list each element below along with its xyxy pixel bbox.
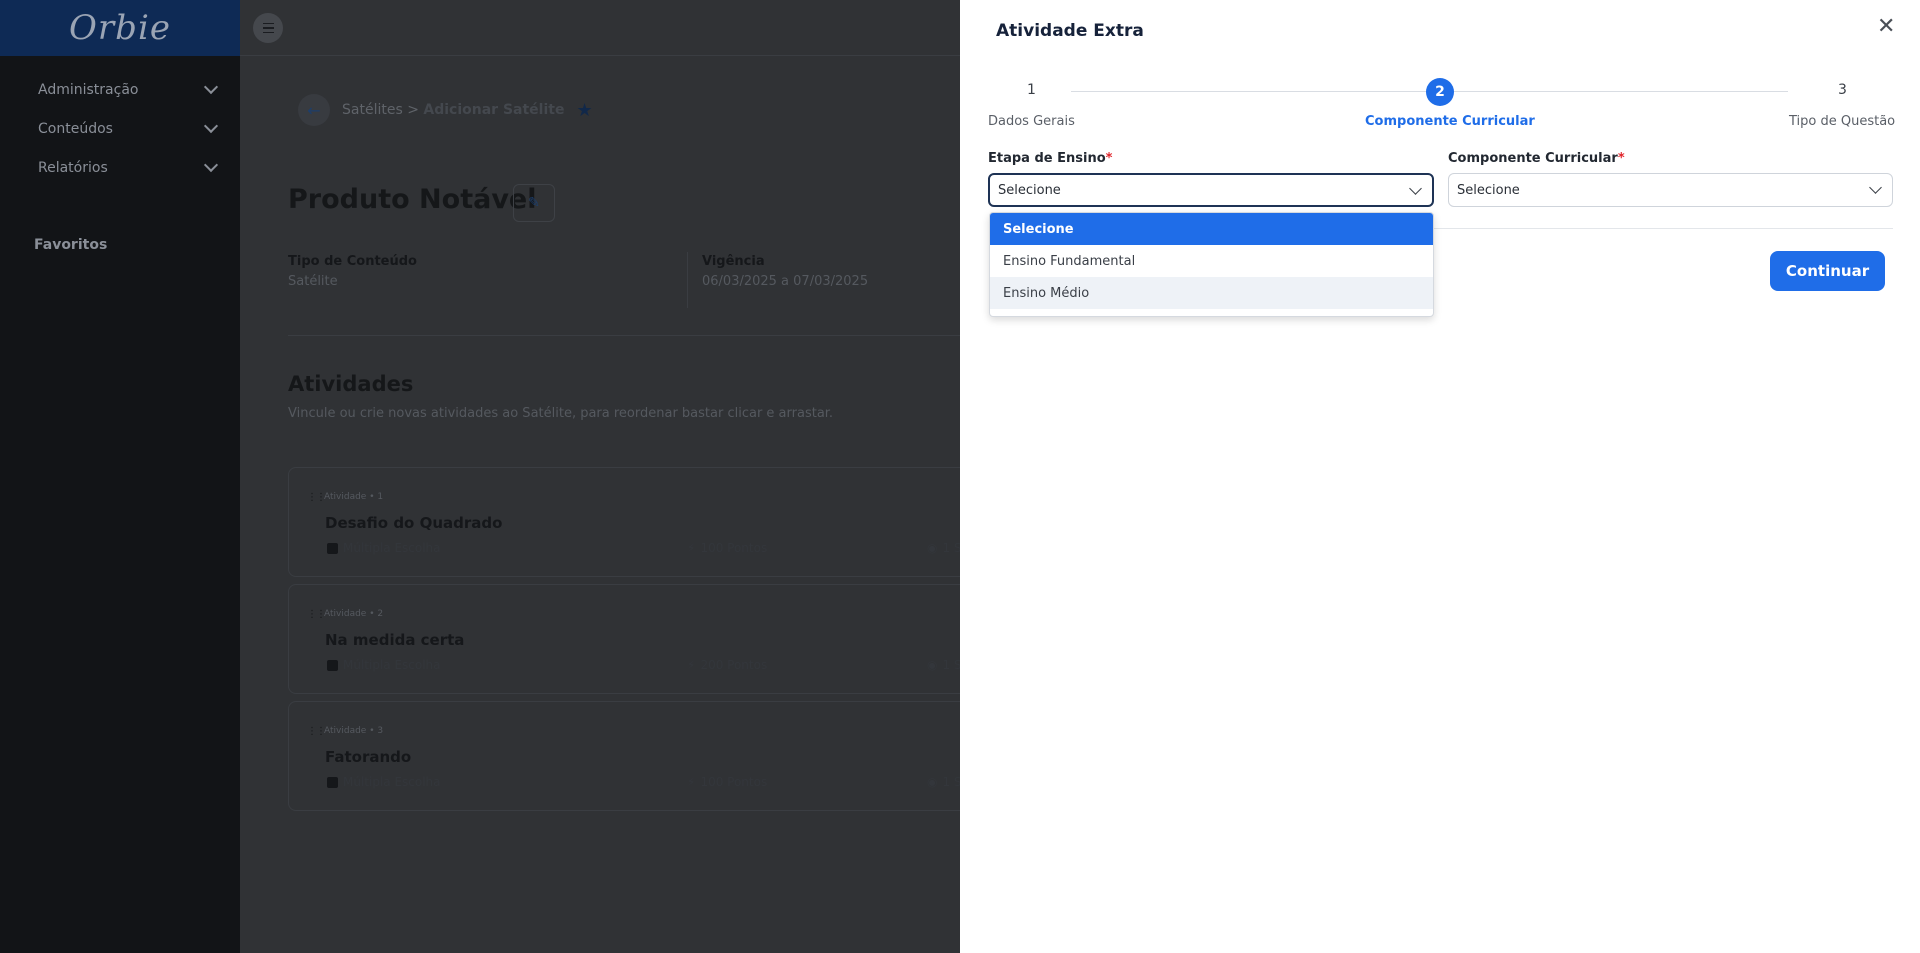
step-2-number[interactable]: 2 [1426, 78, 1454, 106]
step-3-number[interactable]: 3 [1838, 82, 1847, 98]
page-title: Produto Notável [288, 184, 537, 215]
breadcrumb-parent[interactable]: Satélites [342, 102, 403, 118]
activity-title: Desafio do Quadrado [325, 514, 503, 532]
favorites-title: Favoritos [34, 237, 108, 253]
sidebar-item-label: Relatórios [38, 159, 108, 176]
breadcrumb-separator: > [407, 102, 419, 118]
sidebar-item-label: Administração [38, 81, 139, 98]
divider [288, 335, 960, 336]
dropdown-option[interactable]: Ensino Médio [990, 277, 1433, 309]
logo-bar: Orbie [0, 0, 240, 56]
drag-handle-icon[interactable]: ⋮⋮ [307, 609, 326, 620]
drag-handle-icon[interactable]: ⋮⋮ [307, 726, 326, 737]
activity-points-label: 200 Pontos [700, 658, 768, 672]
meta-validity: Vigência 06/03/2025 a 07/03/2025 [702, 254, 868, 289]
activity-type-label: Múltipla Escolha [343, 541, 441, 555]
required-mark: * [1105, 151, 1113, 166]
activity-label: Atividade • 3 [324, 726, 384, 736]
activity-title: Na medida certa [325, 631, 465, 649]
main-content: ← Satélites > Adicionar Satélite ★ Produ… [240, 56, 978, 953]
etapa-label: Etapa de Ensino* [988, 151, 1112, 166]
activity-points-label: 100 Pontos [700, 775, 768, 789]
activity-label: Atividade • 1 [324, 492, 384, 502]
activity-points: ⚡ 200 Pontos [687, 658, 767, 672]
checkbox-icon [327, 542, 338, 554]
meta-key: Tipo de Conteúdo [288, 254, 417, 269]
drag-handle-icon[interactable]: ⋮⋮ [307, 492, 326, 503]
activity-card[interactable]: ⋮⋮ Atividade • 3 Fatorando Múltipla Esco… [288, 701, 978, 811]
activity-type: Múltipla Escolha [327, 775, 441, 789]
edit-pencil-icon[interactable]: ✎ [513, 184, 555, 222]
globe-icon: ◉ [927, 658, 938, 672]
activity-type: Múltipla Escolha [327, 658, 441, 672]
lightning-icon: ⚡ [687, 775, 696, 789]
breadcrumb-current: Adicionar Satélite [423, 102, 565, 118]
continue-button[interactable]: Continuar [1770, 251, 1885, 291]
divider [687, 252, 688, 308]
breadcrumb: ← Satélites > Adicionar Satélite ★ [298, 94, 593, 126]
activities-title: Atividades [288, 372, 414, 396]
activity-type-label: Múltipla Escolha [343, 775, 441, 789]
activities-subtitle: Vincule ou crie novas atividades ao Saté… [288, 406, 834, 421]
etapa-select[interactable]: Selecione [988, 173, 1434, 207]
chevron-down-icon [203, 118, 219, 134]
sidebar-item-administracao[interactable]: Administração [0, 70, 240, 109]
sidebar-menu: Administração Conteúdos Relatórios [0, 70, 240, 187]
required-mark: * [1617, 151, 1625, 166]
activity-points: ⚡ 100 Pontos [687, 775, 767, 789]
activity-type: Múltipla Escolha [327, 541, 441, 555]
meta-key: Vigência [702, 254, 765, 269]
hamburger-menu-icon[interactable] [253, 13, 283, 43]
globe-icon: ◉ [927, 541, 938, 555]
chevron-down-icon [1409, 182, 1422, 195]
close-icon[interactable]: ✕ [1877, 16, 1895, 38]
activity-card[interactable]: ⋮⋮ Atividade • 2 Na medida certa Múltipl… [288, 584, 978, 694]
step-1-label: Dados Gerais [988, 114, 1075, 129]
star-icon[interactable]: ★ [576, 100, 592, 121]
dropdown-option[interactable]: Selecione [990, 213, 1433, 245]
checkbox-icon [327, 776, 338, 788]
etapa-select-value: Selecione [998, 182, 1061, 198]
meta-content-type: Tipo de Conteúdo Satélite [288, 254, 417, 289]
activity-title: Fatorando [325, 748, 412, 766]
etapa-label-text: Etapa de Ensino [988, 151, 1106, 166]
componente-select[interactable]: Selecione [1448, 173, 1893, 207]
breadcrumb-text: Satélites > Adicionar Satélite [342, 102, 564, 118]
lightning-icon: ⚡ [687, 541, 696, 555]
componente-label: Componente Curricular* [1448, 151, 1625, 166]
step-3-label: Tipo de Questão [1789, 114, 1896, 129]
activity-drawer: Atividade Extra ✕ 1 2 3 Dados Gerais Com… [960, 0, 1920, 953]
back-arrow-icon[interactable]: ← [298, 94, 330, 126]
sidebar-item-label: Conteúdos [38, 120, 113, 137]
componente-label-text: Componente Curricular [1448, 151, 1618, 166]
activity-points: ⚡ 100 Pontos [687, 541, 767, 555]
globe-icon: ◉ [927, 775, 938, 789]
chevron-down-icon [203, 79, 219, 95]
drawer-title: Atividade Extra [996, 21, 1144, 41]
meta-value: 06/03/2025 a 07/03/2025 [702, 274, 869, 289]
sidebar-item-relatorios[interactable]: Relatórios [0, 148, 240, 187]
dropdown-option[interactable]: Ensino Fundamental [990, 245, 1433, 277]
componente-select-value: Selecione [1457, 182, 1520, 198]
checkbox-icon [327, 659, 338, 671]
step-2-label: Componente Curricular [1365, 114, 1535, 129]
etapa-dropdown-list: Selecione Ensino Fundamental Ensino Médi… [989, 212, 1434, 317]
chevron-down-icon [1869, 181, 1882, 194]
activity-card[interactable]: ⋮⋮ Atividade • 1 Desafio do Quadrado Múl… [288, 467, 978, 577]
sidebar-item-conteudos[interactable]: Conteúdos [0, 109, 240, 148]
activity-type-label: Múltipla Escolha [343, 658, 441, 672]
step-1-number[interactable]: 1 [1027, 82, 1036, 98]
lightning-icon: ⚡ [687, 658, 696, 672]
chevron-down-icon [203, 157, 219, 173]
meta-value: Satélite [288, 274, 338, 289]
app-logo[interactable]: Orbie [69, 8, 171, 48]
sidebar: Orbie Administração Conteúdos Relatórios… [0, 0, 240, 953]
activity-points-label: 100 Pontos [700, 541, 768, 555]
activity-label: Atividade • 2 [324, 609, 384, 619]
